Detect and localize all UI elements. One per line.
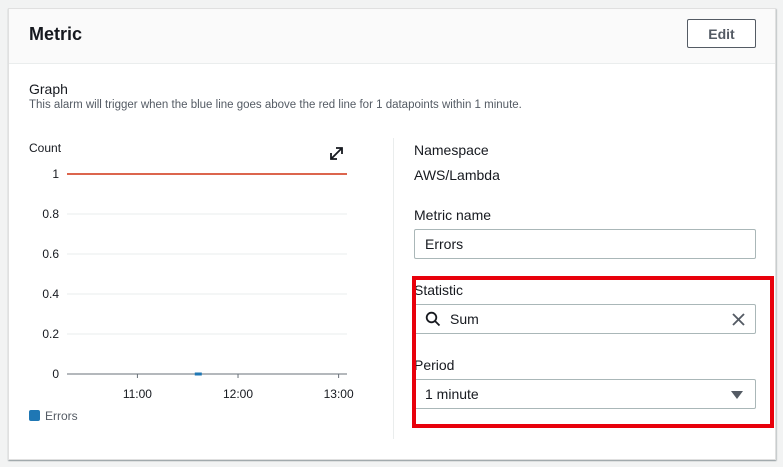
y-tick-label: 0.8	[42, 207, 59, 221]
series-layer	[67, 173, 347, 376]
x-tick-label: 11:00	[123, 387, 152, 401]
y-tick-label: 0	[52, 367, 59, 381]
legend-item-errors[interactable]: Errors	[29, 409, 78, 423]
y-axis-label: Count	[29, 141, 62, 155]
metric-chart: Count 1 0.8 0.6 0.4 0.2 0 11:00 12:00 13:00 Err…	[29, 141, 354, 423]
highlight-box	[412, 276, 774, 428]
metric-name-field[interactable]: Errors	[414, 229, 756, 259]
series-point	[194, 372, 202, 376]
x-tick-labels: 11:00 12:00 13:00	[123, 374, 354, 401]
legend-swatch	[29, 410, 40, 421]
y-tick-labels: 1 0.8 0.6 0.4 0.2 0	[42, 167, 59, 381]
metric-name-value: Errors	[425, 236, 464, 252]
x-tick-label: 13:00	[324, 387, 354, 401]
edit-button[interactable]: Edit	[687, 19, 756, 48]
namespace-label: Namespace	[414, 142, 489, 158]
expand-icon[interactable]	[328, 145, 345, 162]
grid-lines	[67, 173, 347, 375]
y-tick-label: 0.4	[42, 287, 59, 301]
x-tick-label: 12:00	[223, 387, 253, 401]
namespace-value: AWS/Lambda	[414, 167, 500, 183]
legend-label: Errors	[45, 409, 78, 423]
y-tick-label: 1	[52, 167, 59, 181]
metric-panel: Metric Edit Graph This alarm will trigge…	[8, 8, 776, 460]
y-tick-label: 0.2	[42, 327, 59, 341]
y-tick-label: 0.6	[42, 247, 59, 261]
column-divider	[393, 138, 394, 439]
metric-name-label: Metric name	[414, 207, 492, 223]
